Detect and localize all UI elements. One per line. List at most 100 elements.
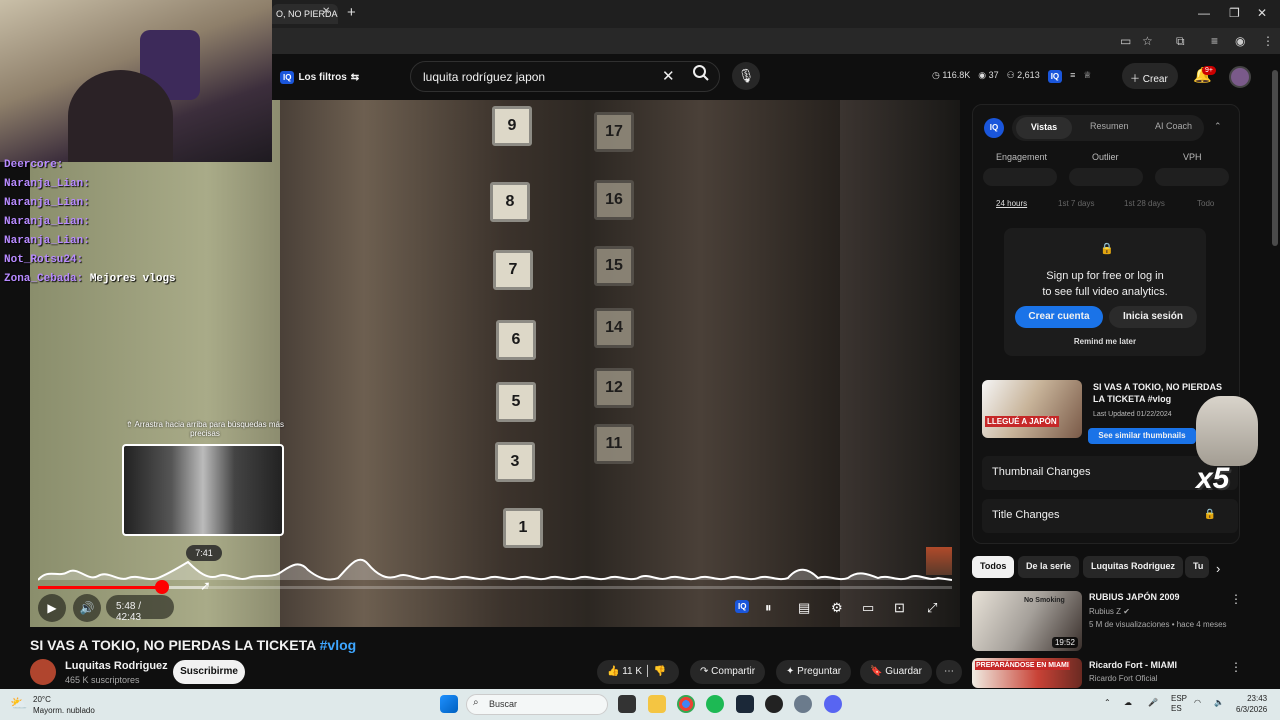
rec-title[interactable]: Ricardo Fort - MIAMI [1089,660,1177,670]
mouse-cursor-icon: ➚ [200,578,211,593]
hashtag-link[interactable]: #vlog [320,637,357,653]
tab-ai-coach[interactable]: AI Coach [1155,121,1192,131]
tab-close-icon[interactable]: ✕ [322,6,330,17]
windows-taskbar [0,689,1280,720]
account-avatar[interactable] [1229,66,1251,88]
task-view-icon[interactable] [618,695,636,713]
rec-thumbnail[interactable]: No Smoking 19:52 [972,591,1082,651]
create-account-button[interactable]: Crear cuenta [1015,306,1103,328]
tray-chevron-icon[interactable]: ⌃ [1104,698,1111,707]
tab-search-icon[interactable]: ≡ [1211,34,1218,48]
taskbar-clock[interactable]: 23:43 6/3/2026 [1236,693,1267,715]
settings-gear-icon[interactable]: ⚙ [831,600,843,616]
extensions-icon[interactable]: ⧉ [1176,34,1185,49]
close-window-icon[interactable]: ✕ [1257,6,1267,20]
title-changes-row[interactable]: Title Changes 🔒 [982,499,1238,533]
discord-icon[interactable] [824,695,842,713]
page-scrollbar[interactable] [1272,70,1278,246]
rec-more-icon[interactable]: ⋮ [1230,660,1242,674]
rec-channel[interactable]: Rubius Z ✔ [1089,607,1130,616]
collapse-chevron-icon[interactable]: ⌃ [1214,121,1222,132]
cast-player-icon[interactable]: ⊡ [894,600,905,616]
fullscreen-icon[interactable]: ⤢ [927,600,937,616]
login-button[interactable]: Inicia sesión [1109,306,1197,328]
chip-tu[interactable]: Tu [1185,556,1209,578]
vidiq-stats-icon[interactable]: IQ [1047,70,1063,83]
chat-message: Naranja_Lian: [4,197,90,209]
drag-hint: ⇮ Arrastra hacia arriba para búsquedas m… [126,420,284,438]
cast-icon[interactable]: ▭ [1120,34,1131,48]
elevator-floor-button: 1 [503,508,543,548]
chat-username: Naranja_Lian: [4,235,90,247]
bars-icon[interactable]: ≡ [1070,70,1075,83]
tab-resumen[interactable]: Resumen [1090,121,1129,131]
thumbs-down-icon[interactable]: 👎 [654,666,666,677]
channel-avatar[interactable] [30,659,56,685]
subtitles-icon[interactable]: ▤ [798,600,810,616]
wifi-icon[interactable]: ◠ [1194,698,1201,707]
end-screen-thumbnail[interactable] [926,547,952,575]
spotify-icon[interactable] [706,695,724,713]
last-updated: Last Updated 01/22/2024 [1093,411,1172,418]
more-actions-button[interactable]: ⋯ [936,660,962,684]
chip-channel[interactable]: Luquitas Rodriguez [1083,556,1183,578]
play-button[interactable]: ▶ [38,594,66,622]
language-indicator[interactable]: ESP ES [1171,694,1187,714]
tray-cloud-icon[interactable]: ☁ [1124,698,1132,707]
volume-tray-icon[interactable]: 🔈 [1214,698,1224,707]
trophy-icon[interactable]: ♕ [1083,70,1091,83]
create-button[interactable]: ＋ Crear [1122,63,1178,89]
subs-stat: ⚇ 2,613 [1006,70,1040,80]
rec-channel[interactable]: Ricardo Fort Oficial [1089,674,1157,683]
save-button[interactable]: 🔖 Guardar [860,660,932,684]
filters-button[interactable]: IQ Los filtros ⇆ [280,68,359,86]
clear-search-icon[interactable]: ✕ [662,67,675,85]
range-7d[interactable]: 1st 7 days [1058,199,1094,208]
chevron-right-icon[interactable]: › [1216,561,1220,576]
range-24h[interactable]: 24 hours [996,199,1027,208]
taskbar-search[interactable]: Buscar [466,694,608,715]
search-button[interactable] [686,64,716,88]
autoplay-toggle-icon[interactable]: ⏸ [765,600,772,616]
profile-icon[interactable]: ◉ [1235,34,1245,48]
chat-message: Naranja_Lian: [4,235,90,247]
rec-thumbnail[interactable]: PREPARÁNDOSE EN MIAMI [972,658,1082,688]
chip-todos[interactable]: Todos [972,556,1015,578]
settings-app-icon[interactable] [794,695,812,713]
rec-more-icon[interactable]: ⋮ [1230,592,1242,606]
ask-button[interactable]: ✦ Preguntar [776,660,852,684]
minimize-icon[interactable]: — [1198,6,1210,20]
chat-message: Naranja_Lian: [4,216,90,228]
chat-message: Naranja_Lian: [4,178,90,190]
obs-icon[interactable] [765,695,783,713]
bookmark-star-icon[interactable]: ☆ [1142,34,1153,48]
see-similar-button[interactable]: See similar thumbnails [1088,428,1196,444]
menu-dots-icon[interactable]: ⋮ [1262,34,1274,48]
new-tab-button[interactable]: + [347,4,356,21]
chrome-icon[interactable] [677,695,695,713]
start-menu-icon[interactable] [440,695,458,713]
vidiq-logo-icon: IQ [984,118,1004,138]
file-explorer-icon[interactable] [648,695,666,713]
vidiq-player-icon[interactable]: IQ [735,600,750,613]
chat-username: Naranja_Lian: [4,178,90,190]
chip-de-la-serie[interactable]: De la serie [1018,556,1080,578]
range-all[interactable]: Todo [1197,199,1214,208]
maximize-icon[interactable]: ❐ [1229,6,1240,20]
channel-name[interactable]: Luquitas Rodriguez [65,660,168,672]
like-button[interactable]: 👍 11 K │ 👎 [597,660,679,684]
tab-vistas[interactable]: Vistas [1016,117,1072,139]
tray-mic-icon[interactable]: 🎤 [1148,698,1158,707]
theater-mode-icon[interactable]: ▭ [862,600,874,616]
weather-cloud-icon[interactable]: ⛅ [10,695,27,712]
mute-button[interactable]: 🔊 [73,594,101,622]
remind-later-link[interactable]: Remind me later [1004,337,1206,346]
share-button[interactable]: ↷ Compartir [690,660,766,684]
voice-search-button[interactable]: 🎙 [732,62,760,90]
range-28d[interactable]: 1st 28 days [1124,199,1165,208]
progress-scrubber-handle[interactable] [155,580,169,594]
subscribe-button[interactable]: Suscribirme [173,660,245,684]
weather-widget[interactable]: 20°C Mayorm. nublado [33,694,95,716]
rec-title[interactable]: RUBIUS JAPÓN 2009 [1089,592,1180,602]
steam-icon[interactable] [736,695,754,713]
